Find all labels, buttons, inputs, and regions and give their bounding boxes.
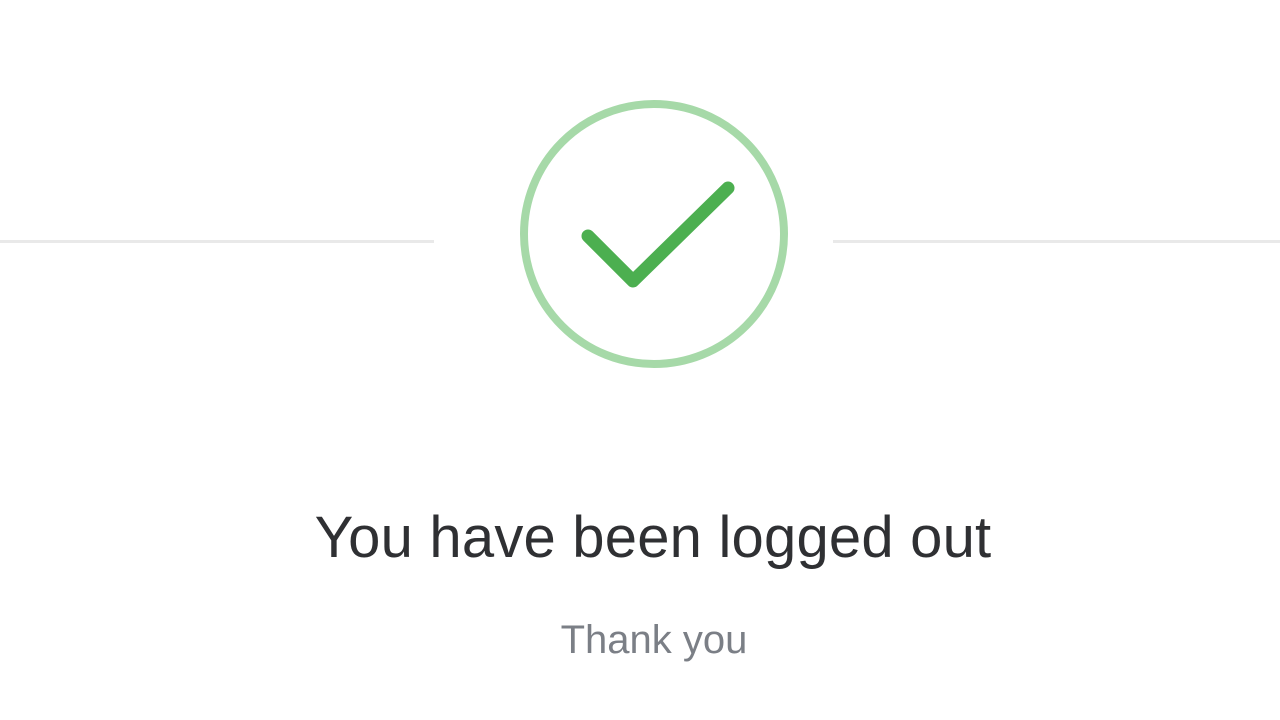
check-circle-icon <box>520 100 788 368</box>
page-subtitle: Thank you <box>560 618 748 662</box>
divider-right <box>833 240 1280 243</box>
success-badge <box>518 98 790 370</box>
logout-confirmation-page: You have been logged out Thank you <box>0 0 1280 720</box>
divider-left <box>0 240 434 243</box>
page-title: You have been logged out <box>314 505 992 570</box>
